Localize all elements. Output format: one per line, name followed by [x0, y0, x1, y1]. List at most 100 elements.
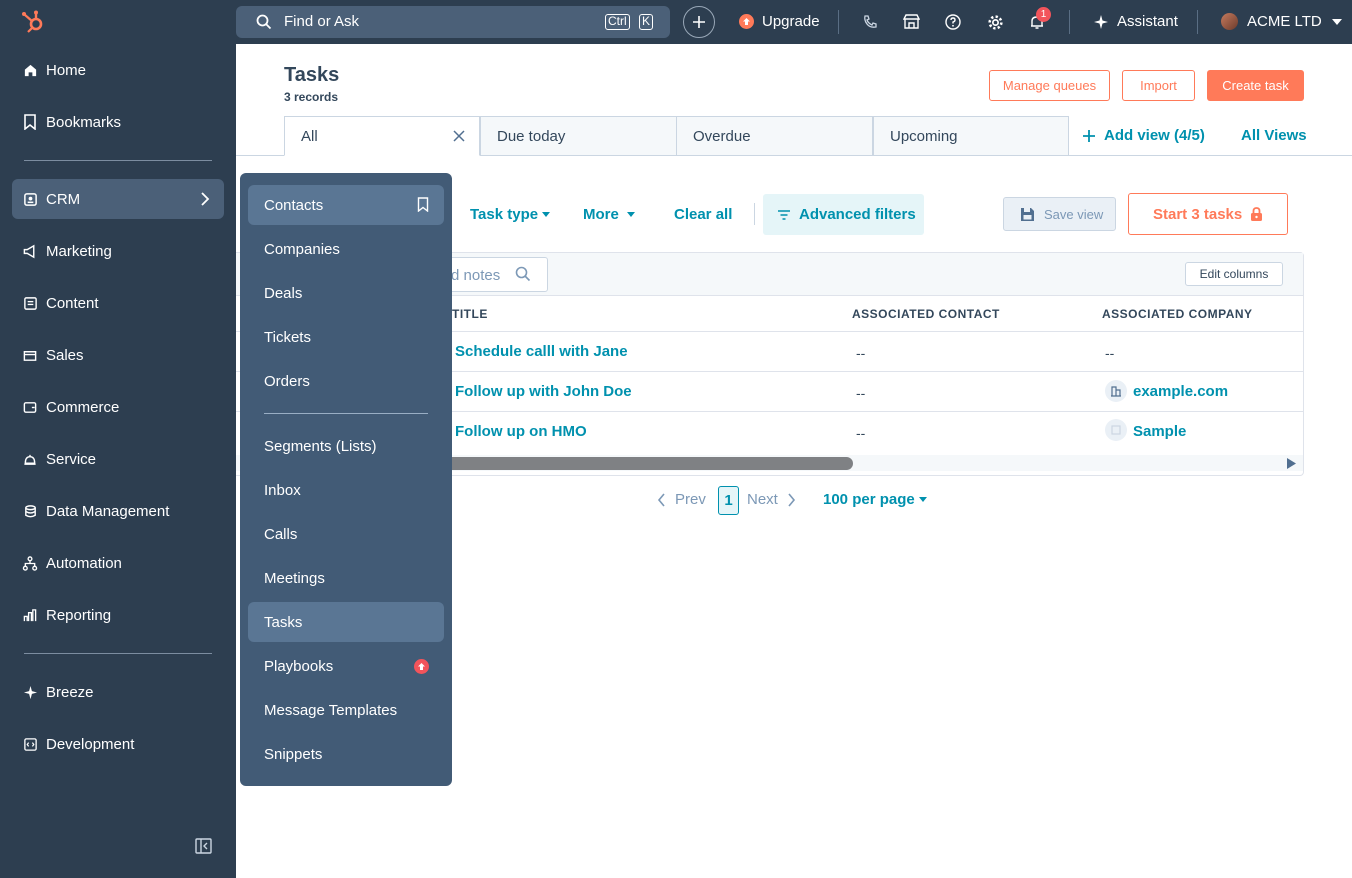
sidebar-item-crm[interactable]: CRM: [12, 179, 224, 219]
company-logo-icon: [1105, 419, 1127, 441]
task-title-link[interactable]: Follow up with John Doe: [455, 383, 632, 400]
associated-company-link[interactable]: Sample: [1133, 423, 1186, 440]
sidebar-item-reporting[interactable]: Reporting: [12, 595, 224, 635]
page-number-button[interactable]: 1: [718, 486, 739, 515]
flyout-item-label: Contacts: [264, 196, 324, 214]
scroll-right-arrow-icon[interactable]: [1286, 457, 1297, 470]
flyout-item-tickets[interactable]: Tickets: [248, 317, 444, 357]
tab-all[interactable]: All: [284, 116, 480, 156]
account-name: ACME LTD: [1247, 13, 1322, 30]
flyout-item-deals[interactable]: Deals: [248, 273, 444, 313]
filter-divider: [754, 203, 755, 225]
tab-upcoming[interactable]: Upcoming: [873, 116, 1069, 156]
plus-icon: [1083, 129, 1095, 142]
associated-contact-cell: --: [856, 385, 866, 401]
start-tasks-button[interactable]: Start 3 tasks: [1128, 193, 1288, 235]
per-page-label: 100 per page: [823, 491, 915, 508]
flyout-item-label: Inbox: [264, 481, 301, 499]
create-task-button[interactable]: Create task: [1207, 70, 1304, 101]
notification-count-badge: 1: [1036, 7, 1051, 22]
close-icon[interactable]: [453, 130, 465, 142]
import-button[interactable]: Import: [1122, 70, 1195, 101]
scrollbar-thumb[interactable]: [440, 457, 853, 470]
advanced-filters-button[interactable]: Advanced filters: [763, 194, 924, 235]
collapse-sidebar-icon[interactable]: [195, 838, 212, 854]
column-header-associated-contact[interactable]: ASSOCIATED CONTACT: [852, 307, 1000, 321]
task-type-filter[interactable]: Task type: [470, 206, 551, 223]
sidebar-item-service[interactable]: Service: [12, 439, 224, 479]
add-view-link[interactable]: Add view (4/5): [1082, 127, 1205, 144]
tab-overdue[interactable]: Overdue: [676, 116, 873, 156]
flyout-item-label: Orders: [264, 372, 310, 390]
save-view-button[interactable]: Save view: [1003, 197, 1116, 231]
home-icon: [22, 62, 38, 78]
clear-all-label: Clear all: [674, 206, 733, 223]
flyout-item-meetings[interactable]: Meetings: [248, 558, 444, 598]
flyout-item-companies[interactable]: Companies: [248, 229, 444, 269]
flyout-item-calls[interactable]: Calls: [248, 514, 444, 554]
sales-icon: [22, 347, 38, 363]
sidebar-item-bookmarks[interactable]: Bookmarks: [12, 102, 224, 142]
column-header-title[interactable]: TITLE: [452, 307, 488, 321]
edit-columns-button[interactable]: Edit columns: [1185, 262, 1283, 286]
hubspot-logo[interactable]: [20, 9, 46, 35]
assistant-button[interactable]: Assistant: [1093, 13, 1178, 30]
code-icon: [22, 736, 38, 752]
clear-all-link[interactable]: Clear all: [674, 206, 732, 223]
sidebar-item-marketing[interactable]: Marketing: [12, 231, 224, 271]
flyout-item-inbox[interactable]: Inbox: [248, 470, 444, 510]
settings-gear-icon[interactable]: [986, 13, 1004, 31]
flyout-item-segments[interactable]: Segments (Lists): [248, 426, 444, 466]
sidebar-item-content[interactable]: Content: [12, 283, 224, 323]
flyout-item-message-templates[interactable]: Message Templates: [248, 690, 444, 730]
column-header-associated-company[interactable]: ASSOCIATED COMPANY: [1102, 307, 1253, 321]
sidebar-item-label: Marketing: [46, 242, 112, 260]
tab-due-today[interactable]: Due today: [480, 116, 677, 156]
flyout-item-playbooks[interactable]: Playbooks: [248, 646, 444, 686]
wallet-icon: [22, 399, 38, 415]
search-icon[interactable]: [515, 266, 531, 282]
sidebar-item-commerce[interactable]: Commerce: [12, 387, 224, 427]
sparkle-icon: [1094, 14, 1108, 29]
prev-page-button[interactable]: Prev: [657, 491, 706, 508]
record-count: 3 records: [284, 90, 339, 104]
topbar-divider: [1197, 10, 1198, 34]
global-search-input[interactable]: Find or Ask Ctrl K: [236, 6, 670, 38]
sidebar-divider: [24, 653, 212, 654]
create-new-button[interactable]: [683, 6, 715, 38]
sidebar-item-label: Data Management: [46, 502, 170, 520]
help-icon[interactable]: [944, 13, 962, 31]
next-page-button[interactable]: Next: [747, 491, 796, 508]
assistant-label: Assistant: [1117, 13, 1178, 30]
tab-label: Upcoming: [890, 127, 958, 145]
flyout-item-snippets[interactable]: Snippets: [248, 734, 444, 774]
flyout-divider: [264, 413, 428, 414]
flyout-item-tasks[interactable]: Tasks: [248, 602, 444, 642]
flyout-item-orders[interactable]: Orders: [248, 361, 444, 401]
upgrade-button[interactable]: Upgrade: [739, 13, 820, 30]
marketplace-icon[interactable]: [902, 13, 920, 31]
database-icon: [22, 503, 38, 519]
content-icon: [22, 295, 38, 311]
sidebar-item-home[interactable]: Home: [12, 50, 224, 90]
task-title-link[interactable]: Follow up on HMO: [455, 423, 587, 440]
sidebar-item-label: Breeze: [46, 683, 94, 701]
associated-company-link[interactable]: example.com: [1133, 383, 1228, 400]
bookmark-icon[interactable]: [417, 197, 429, 212]
per-page-dropdown[interactable]: 100 per page: [823, 491, 927, 508]
sidebar-item-breeze[interactable]: Breeze: [12, 672, 224, 712]
manage-queues-button[interactable]: Manage queues: [989, 70, 1110, 101]
sidebar-item-data-management[interactable]: Data Management: [12, 491, 224, 531]
flyout-item-contacts[interactable]: Contacts: [248, 185, 444, 225]
account-menu[interactable]: ACME LTD: [1221, 13, 1342, 30]
more-filters-dropdown[interactable]: More: [583, 206, 635, 223]
sidebar-item-automation[interactable]: Automation: [12, 543, 224, 583]
sidebar-item-sales[interactable]: Sales: [12, 335, 224, 375]
task-title-link[interactable]: Schedule calll with Jane: [455, 343, 628, 360]
phone-icon[interactable]: [861, 13, 879, 31]
sidebar-item-development[interactable]: Development: [12, 724, 224, 764]
flyout-item-label: Deals: [264, 284, 303, 302]
associated-contact-cell: --: [856, 345, 866, 361]
all-views-link[interactable]: All Views: [1241, 127, 1307, 144]
plus-icon: [693, 16, 705, 28]
